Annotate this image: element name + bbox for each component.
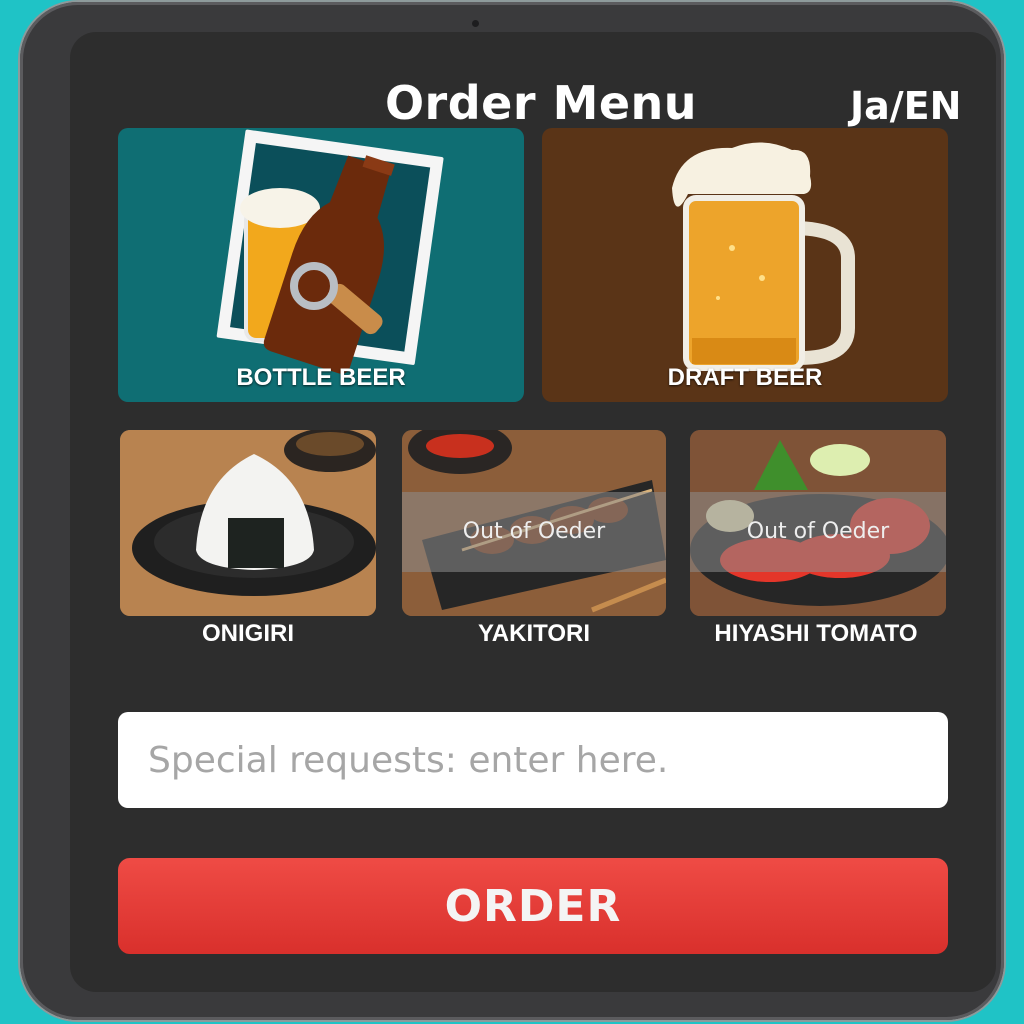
out-of-order-badge: Out of Oeder [690, 492, 946, 572]
menu-item-draft-beer[interactable]: DRAFT BEER [542, 128, 948, 402]
menu-item-label: HIYASHI TOMATO [714, 620, 918, 647]
menu-item-bottle-beer[interactable]: BOTTLE BEER [118, 128, 524, 402]
order-button[interactable]: ORDER [118, 858, 948, 954]
camera [472, 12, 512, 46]
tablet-frame: Order Menu Ja/EN BOTTLE BEER DRAFT BEER … [20, 2, 1004, 1020]
menu-item-label: YAKITORI [477, 620, 591, 647]
onigiri-icon [120, 430, 376, 616]
beer-bottle-icon [216, 129, 444, 374]
menu-item-label: ONIGIRI [201, 620, 294, 647]
menu-item-yakitori[interactable]: Out of Oeder [402, 430, 666, 616]
beer-mug-icon [672, 142, 855, 371]
menu-item-onigiri[interactable] [120, 430, 376, 616]
menu-item-label: DRAFT BEER [667, 364, 823, 391]
special-requests-input[interactable] [118, 712, 948, 808]
language-toggle-button[interactable]: Ja/EN [850, 84, 961, 128]
menu-item-label: BOTTLE BEER [236, 364, 406, 391]
menu-item-hiyashi-tomato[interactable]: Out of Oeder [690, 430, 946, 616]
out-of-order-badge: Out of Oeder [402, 492, 666, 572]
order-screen: Order Menu Ja/EN BOTTLE BEER DRAFT BEER … [70, 32, 996, 992]
